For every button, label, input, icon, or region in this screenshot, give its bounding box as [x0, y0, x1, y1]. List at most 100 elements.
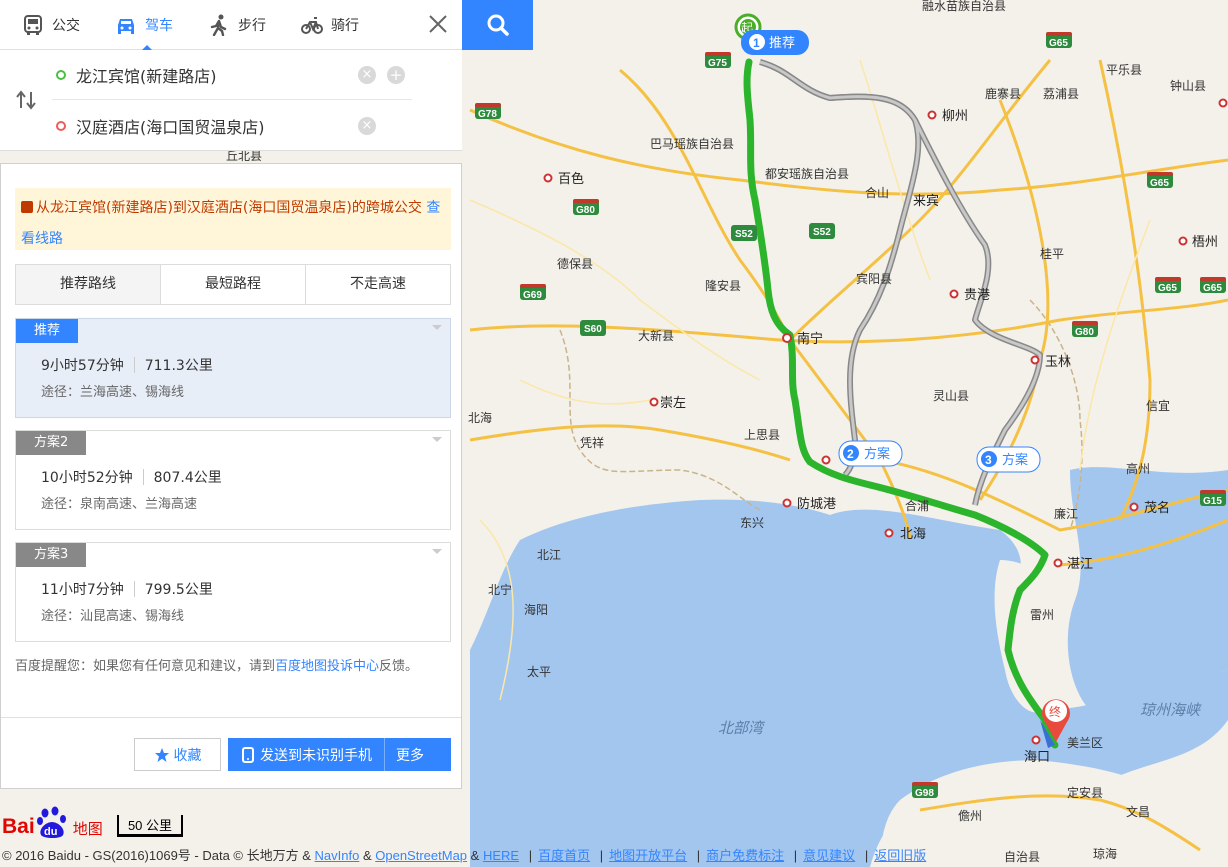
intercity-bus-notice: 从龙江宾馆(新建路店)到汉庭酒店(海口国贸温泉店)的跨城公交 查看线路 — [15, 188, 451, 250]
place-label: 德保县 — [557, 256, 593, 271]
expand-caret-icon[interactable] — [432, 437, 442, 447]
place-label: 凭祥 — [580, 435, 604, 450]
place-label: 荔浦县 — [1043, 87, 1079, 101]
osm-link[interactable]: OpenStreetMap — [375, 848, 467, 863]
navinfo-link[interactable]: NavInfo — [315, 848, 360, 863]
complaint-center-link[interactable]: 百度地图投诉中心 — [275, 659, 379, 674]
tab-shortest[interactable]: 最短路程 — [161, 265, 306, 304]
svg-text:推荐: 推荐 — [769, 36, 795, 51]
place-label: 桂平 — [1040, 246, 1064, 261]
place-label: 上思县 — [744, 428, 780, 442]
route-3-tag[interactable]: 3 方案 — [976, 446, 1041, 473]
place-label: 玉林 — [1045, 355, 1071, 370]
old-version-link[interactable]: 返回旧版 — [874, 848, 926, 863]
route-2-tag[interactable]: 2 方案 — [838, 440, 903, 467]
feedback-link[interactable]: 意见建议 — [803, 848, 855, 863]
tab-car[interactable]: 驾车 — [93, 0, 186, 50]
transport-mode-bar: 公交 驾车 步行 骑行 — [0, 0, 462, 50]
plan-via: 途径：兰海高速、锡海线 — [41, 385, 185, 400]
place-label: 灵山县 — [933, 389, 969, 403]
place-label: 合浦 — [905, 498, 929, 513]
tab-no-highway[interactable]: 不走高速 — [306, 265, 450, 304]
svg-text:S52: S52 — [813, 227, 831, 238]
place-label: 合山 — [865, 185, 889, 200]
search-button[interactable] — [462, 0, 533, 50]
place-label: 北海 — [900, 527, 926, 542]
merchant-link[interactable]: 商户免费标注 — [706, 848, 784, 863]
place-label: 美兰区 — [1067, 736, 1103, 750]
map-scale: 50 公里 — [117, 815, 183, 837]
place-label: 巴马瑶族自治县 — [650, 137, 734, 151]
plan-card-2[interactable]: 方案2 10小时52分钟 807.4公里 途径：泉南高速、兰海高速 — [15, 430, 451, 530]
svg-text:G80: G80 — [576, 205, 595, 216]
plan-time: 10小时52分钟 — [41, 470, 133, 486]
plan-badge: 推荐 — [16, 319, 79, 343]
tab-recommended[interactable]: 推荐路线 — [16, 265, 161, 304]
plan-card-3[interactable]: 方案3 11小时7分钟 799.5公里 途径：汕昆高速、锡海线 — [15, 542, 451, 642]
send-label: 发送到未识别手机 — [260, 747, 372, 764]
place-label: 东兴 — [740, 516, 764, 530]
place-label: 都安瑶族自治县 — [765, 166, 849, 181]
svg-text:2: 2 — [847, 447, 854, 461]
place-label: 贵港 — [964, 288, 990, 303]
plan-via: 途径：泉南高速、兰海高速 — [41, 497, 198, 512]
plan-time: 11小时7分钟 — [41, 582, 124, 598]
place-label: 大新县 — [638, 328, 674, 343]
tab-bus[interactable]: 公交 — [0, 0, 93, 50]
paw-icon: du — [36, 806, 66, 838]
tab-bike-label: 骑行 — [331, 17, 359, 34]
tab-bike[interactable]: 骑行 — [279, 0, 372, 50]
end-location-text: 汉庭酒店(海口国贸温泉店) — [76, 118, 265, 137]
add-waypoint-button[interactable]: + — [387, 66, 405, 84]
divider — [133, 581, 135, 597]
route-panel: 从龙江宾馆(新建路店)到汉庭酒店(海口国贸温泉店)的跨城公交 查看线路 推荐路线… — [0, 163, 462, 789]
phone-icon — [242, 746, 254, 763]
separator: | — [793, 848, 798, 863]
more-button[interactable]: 更多 — [385, 745, 424, 765]
route-1-tag[interactable]: 1 推荐 — [741, 30, 809, 55]
clear-end-button[interactable]: × — [358, 117, 376, 135]
tab-walk[interactable]: 步行 — [186, 0, 279, 50]
plan-card-1[interactable]: 推荐 9小时57分钟 711.3公里 途径：兰海高速、锡海线 — [15, 318, 451, 418]
svg-text:S60: S60 — [584, 324, 602, 335]
plan-tabs: 推荐路线 最短路程 不走高速 — [15, 264, 451, 305]
place-label: 柳州 — [942, 109, 968, 124]
clear-start-button[interactable]: × — [358, 66, 376, 84]
swap-icon[interactable] — [14, 88, 38, 112]
close-icon[interactable] — [428, 14, 448, 34]
feedback-note: 百度提醒您：如果您有任何意见和建议，请到百度地图投诉中心反馈。 — [15, 654, 455, 679]
separator: | — [864, 848, 869, 863]
car-icon — [118, 18, 134, 34]
place-label: 防城港 — [797, 496, 836, 512]
place-label: 高州 — [1126, 461, 1150, 476]
start-location-text: 龙江宾馆(新建路店) — [76, 66, 217, 86]
feedback-suffix: 反馈。 — [379, 659, 419, 674]
separator: | — [599, 848, 604, 863]
place-label: 宾阳县 — [856, 271, 892, 286]
place-label: 雷州 — [1030, 608, 1054, 622]
separator: | — [696, 848, 701, 863]
place-label: 融水苗族自治县 — [922, 0, 1006, 13]
svg-text:G98: G98 — [915, 788, 934, 799]
place-label: 梧州 — [1192, 235, 1218, 250]
favorite-button[interactable]: 收藏 — [134, 738, 221, 771]
svg-text:方案: 方案 — [864, 446, 890, 462]
expand-caret-icon[interactable] — [432, 549, 442, 559]
place-label: 北江 — [537, 548, 561, 562]
svg-text:1: 1 — [753, 36, 760, 50]
here-link[interactable]: HERE — [483, 848, 519, 863]
svg-text:G65: G65 — [1049, 38, 1068, 49]
svg-text:S52: S52 — [735, 229, 753, 240]
feedback-prefix: 百度提醒您：如果您有任何意见和建议，请到 — [15, 659, 276, 674]
baidu-home-link[interactable]: 百度首页 — [538, 848, 590, 863]
plan-summary: 10小时52分钟 807.4公里 — [41, 467, 222, 487]
baidu-map-logo[interactable]: Bai du 地图 — [2, 803, 103, 839]
send-to-phone-part[interactable]: 发送到未识别手机 — [228, 738, 385, 771]
svg-text:G69: G69 — [523, 290, 542, 301]
send-to-phone-button[interactable]: 发送到未识别手机 更多 — [228, 738, 451, 771]
open-platform-link[interactable]: 地图开放平台 — [609, 848, 687, 863]
expand-caret-icon[interactable] — [432, 325, 442, 335]
svg-text:G15: G15 — [1203, 496, 1222, 507]
place-label: 来宾 — [913, 193, 939, 209]
plan-badge: 方案2 — [16, 431, 87, 455]
